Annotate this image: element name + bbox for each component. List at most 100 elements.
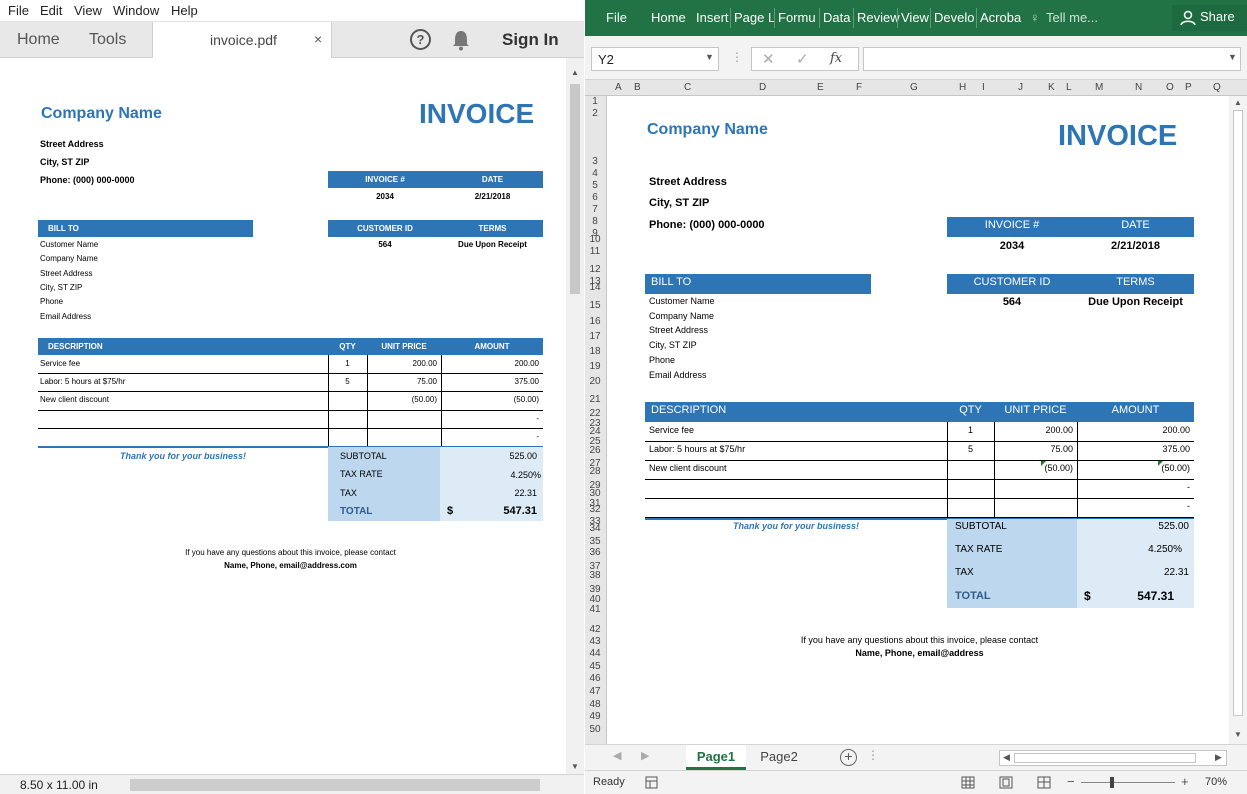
ribbon-tab-view[interactable]: View [901, 10, 929, 25]
row-header[interactable]: 10 [585, 234, 605, 245]
row-header[interactable]: 38 [585, 570, 605, 581]
row-header[interactable]: 47 [585, 686, 605, 697]
zoom-in-icon[interactable]: + [1181, 774, 1189, 789]
row-header[interactable]: 12 [585, 264, 605, 275]
menu-help[interactable]: Help [171, 3, 198, 18]
row-header[interactable]: 34 [585, 523, 605, 534]
column-header[interactable]: J [1018, 82, 1023, 93]
column-header[interactable]: M [1095, 82, 1103, 93]
ribbon-tab-review[interactable]: Review [857, 10, 900, 25]
row-header[interactable]: 26 [585, 445, 605, 456]
row-header[interactable]: 43 [585, 636, 605, 647]
menu-file[interactable]: File [8, 3, 29, 18]
pdf-vertical-scrollbar[interactable]: ▲ ▼ [566, 58, 584, 774]
column-header[interactable]: G [910, 82, 918, 93]
name-box-dropdown-icon[interactable]: ▼ [705, 52, 714, 62]
macro-record-icon[interactable] [645, 776, 658, 789]
column-header[interactable]: O [1166, 82, 1174, 93]
row-header[interactable]: 50 [585, 724, 605, 735]
row-header[interactable]: 6 [585, 192, 605, 203]
row-header[interactable]: 15 [585, 300, 605, 311]
next-sheet-icon[interactable]: ▶ [641, 749, 649, 762]
share-button[interactable]: Share [1172, 5, 1247, 31]
row-header[interactable]: 21 [585, 394, 605, 405]
home-nav-button[interactable]: Home [17, 31, 60, 49]
page-break-view-icon[interactable] [1037, 776, 1051, 789]
row-header[interactable]: 46 [585, 673, 605, 684]
ribbon-tab-formulas[interactable]: Formu [778, 10, 816, 25]
ribbon-tab-home[interactable]: Home [651, 10, 686, 25]
scroll-down-icon[interactable]: ▼ [571, 762, 579, 771]
scroll-right-icon[interactable]: ▶ [1215, 752, 1222, 763]
document-tab[interactable]: invoice.pdf × [152, 22, 332, 58]
row-header[interactable]: 17 [585, 331, 605, 342]
pdf-horizontal-scrollbar[interactable] [130, 779, 540, 791]
zoom-slider-track[interactable] [1081, 782, 1175, 783]
row-header[interactable]: 42 [585, 624, 605, 635]
column-header[interactable]: P [1185, 82, 1192, 93]
sheet-tab-page2[interactable]: Page2 [751, 745, 807, 770]
normal-view-icon[interactable] [961, 776, 975, 789]
close-tab-icon[interactable]: × [314, 31, 322, 47]
tools-nav-button[interactable]: Tools [89, 31, 126, 49]
row-header[interactable]: 4 [585, 168, 605, 179]
pdf-vscroll-thumb[interactable] [570, 84, 580, 294]
row-header[interactable]: 41 [585, 604, 605, 615]
column-header[interactable]: F [856, 82, 862, 93]
cancel-icon[interactable]: ✕ [762, 50, 775, 68]
help-icon[interactable]: ? [410, 29, 431, 50]
name-box[interactable]: Y2 [591, 47, 719, 71]
sheet-tab-page1[interactable]: Page1 [686, 745, 746, 770]
page-layout-view-icon[interactable] [999, 776, 1013, 789]
column-header[interactable]: A [615, 82, 622, 93]
column-header[interactable]: Q [1213, 82, 1221, 93]
prev-sheet-icon[interactable]: ◀ [613, 749, 621, 762]
row-header[interactable]: 19 [585, 361, 605, 372]
row-header[interactable]: 35 [585, 536, 605, 547]
formula-input[interactable] [863, 47, 1241, 71]
scroll-down-icon[interactable]: ▼ [1234, 730, 1242, 739]
menu-view[interactable]: View [74, 3, 102, 18]
scroll-up-icon[interactable]: ▲ [571, 68, 579, 77]
row-header[interactable]: 20 [585, 376, 605, 387]
menu-window[interactable]: Window [113, 3, 159, 18]
row-header[interactable]: 45 [585, 661, 605, 672]
column-header[interactable]: C [684, 82, 691, 93]
row-header[interactable]: 44 [585, 648, 605, 659]
add-sheet-icon[interactable]: + [840, 749, 857, 766]
column-header[interactable]: B [634, 82, 641, 93]
error-indicator-icon[interactable] [1041, 461, 1046, 466]
row-header[interactable]: 49 [585, 711, 605, 722]
column-header[interactable]: K [1048, 82, 1055, 93]
ribbon-tab-data[interactable]: Data [823, 10, 850, 25]
ribbon-tab-acrobat[interactable]: Acroba [980, 10, 1021, 25]
row-header[interactable]: 14 [585, 282, 605, 293]
ribbon-tab-page-layout[interactable]: Page L [734, 10, 775, 25]
zoom-out-icon[interactable]: − [1067, 774, 1075, 789]
excel-vscroll-thumb[interactable] [1233, 110, 1243, 716]
row-header[interactable]: 16 [585, 316, 605, 327]
insert-function-icon[interactable]: fx [830, 51, 842, 66]
row-header[interactable]: 5 [585, 180, 605, 191]
row-header[interactable]: 8 [585, 216, 605, 227]
column-header[interactable]: E [817, 82, 824, 93]
row-header[interactable]: 32 [585, 504, 605, 515]
row-header[interactable]: 3 [585, 156, 605, 167]
tell-me-search[interactable]: Tell me... [1046, 10, 1098, 25]
row-header[interactable]: 7 [585, 204, 605, 215]
expand-formula-icon[interactable]: ▼ [1228, 52, 1237, 62]
error-indicator-icon[interactable] [1158, 461, 1163, 466]
column-header[interactable]: I [982, 82, 985, 93]
excel-hscroll-thumb[interactable] [1014, 753, 1196, 763]
scroll-up-icon[interactable]: ▲ [1234, 98, 1242, 107]
row-header[interactable]: 36 [585, 547, 605, 558]
row-header[interactable]: 18 [585, 346, 605, 357]
ribbon-tab-file[interactable]: File [606, 10, 627, 25]
row-header[interactable]: 48 [585, 699, 605, 710]
column-header[interactable]: L [1066, 82, 1072, 93]
scroll-left-icon[interactable]: ◀ [1003, 752, 1010, 763]
row-header[interactable]: 11 [585, 246, 605, 257]
column-header[interactable]: H [959, 82, 966, 93]
row-header[interactable]: 2 [585, 108, 605, 119]
row-header[interactable]: 28 [585, 466, 605, 477]
